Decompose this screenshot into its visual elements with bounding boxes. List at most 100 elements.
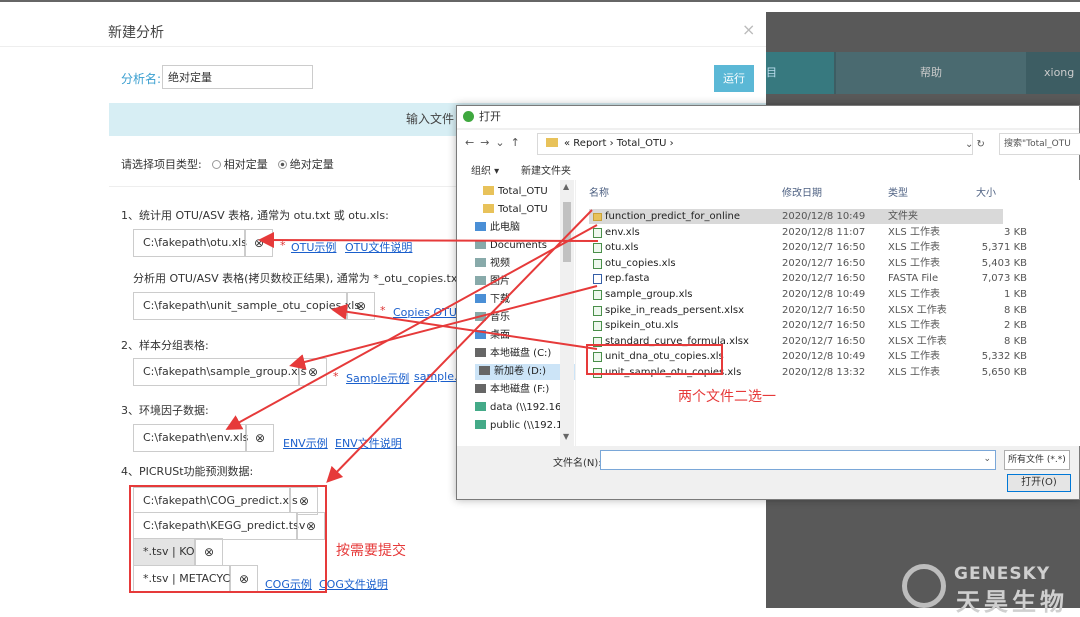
file-type: XLSX 工作表 <box>888 304 947 316</box>
folder-icon <box>475 240 486 249</box>
nav-item[interactable]: Total_OTU <box>483 202 548 218</box>
folder-icon <box>593 213 602 221</box>
modal-title: 新建分析 <box>108 25 164 41</box>
open-file-dialog: 打开 ←→⌄↑ « Report › Total_OTU › ⌄ ↻ 搜索"To… <box>456 105 1080 500</box>
file-size: 8 KB <box>1004 304 1027 316</box>
nav-item-label: 新加卷 (D:) <box>494 366 547 377</box>
organize-button[interactable]: 组织 ▾ <box>471 162 499 177</box>
nav-item-label: 音乐 <box>490 312 510 323</box>
nav-item[interactable]: 此电脑 <box>475 220 520 236</box>
nav-item[interactable]: Total_OTU <box>483 184 548 200</box>
folder-icon <box>475 384 486 393</box>
file-size: 7,073 KB <box>981 273 1027 285</box>
otu-doc-link[interactable]: OTU文件说明 <box>345 239 412 255</box>
annotation-note: 按需要提交 <box>336 543 406 559</box>
file-icon <box>593 227 602 238</box>
file-type: XLS 工作表 <box>888 226 940 238</box>
env-doc-link[interactable]: ENV文件说明 <box>335 435 402 451</box>
company-logo: GENESKY 天昊生物 <box>898 560 1068 616</box>
file-row[interactable]: otu.xls 2020/12/7 16:50 XLS 工作表 5,371 KB <box>589 240 1027 255</box>
nav-item[interactable]: 视频 <box>475 256 510 272</box>
env-example-link[interactable]: ENV示例 <box>283 435 328 451</box>
close-icon[interactable]: × <box>742 20 755 39</box>
col-name[interactable]: 名称 <box>589 184 609 199</box>
nav-item-label: 图片 <box>490 276 510 287</box>
background-nav: 目 帮助 xiong <box>766 52 1080 94</box>
file-row[interactable]: sample_group.xls 2020/12/8 10:49 XLS 工作表 1 … <box>589 287 1027 302</box>
clear-icon[interactable]: ⊗ <box>347 292 375 320</box>
folder-icon <box>546 138 558 147</box>
cog-doc-link[interactable]: COG文件说明 <box>319 576 388 592</box>
scroll-thumb[interactable] <box>563 202 571 262</box>
file-date: 2020/12/7 16:50 <box>782 304 866 316</box>
sample-example-link[interactable]: Sample示例 <box>346 370 409 386</box>
address-bar: ←→⌄↑ « Report › Total_OTU › ⌄ ↻ 搜索"Total… <box>457 130 1080 158</box>
clear-icon[interactable]: ⊗ <box>245 229 273 257</box>
file-name: sample_group.xls <box>605 289 693 300</box>
new-folder-button[interactable]: 新建文件夹 <box>521 162 571 177</box>
file-date: 2020/12/8 10:49 <box>782 211 866 222</box>
nav-arrows-icon[interactable]: ←→⌄↑ <box>465 136 526 149</box>
group-file-field[interactable]: C:\fakepath\sample_group.xls <box>133 358 306 386</box>
col-type[interactable]: 类型 <box>888 184 908 199</box>
nav-item[interactable]: 音乐 <box>475 310 510 326</box>
app-icon <box>463 111 474 122</box>
col-date[interactable]: 修改日期 <box>782 184 822 199</box>
scroll-up-icon[interactable]: ▲ <box>563 182 569 191</box>
file-row[interactable]: function_predict_for_online 2020/12/8 10:… <box>589 209 1003 224</box>
filename-input[interactable]: ⌄ <box>600 450 996 470</box>
nav-scrollbar[interactable]: ▲ ▼ <box>560 180 574 446</box>
dialog-titlebar: 打开 <box>457 106 1079 128</box>
analysis-name-input[interactable]: 绝对定量 <box>162 65 313 89</box>
file-size: 5,371 KB <box>981 242 1027 254</box>
nav-item[interactable]: 本地磁盘 (F:) <box>475 382 549 398</box>
nav-item[interactable]: 图片 <box>475 274 510 290</box>
file-row[interactable]: env.xls 2020/12/8 11:07 XLS 工作表 3 KB <box>589 225 1027 240</box>
nav-item[interactable]: 本地磁盘 (C:) <box>475 346 551 362</box>
search-input[interactable]: 搜索"Total_OTU <box>999 133 1080 155</box>
file-row[interactable]: otu_copies.xls 2020/12/7 16:50 XLS 工作表 5,40… <box>589 256 1027 271</box>
scroll-down-icon[interactable]: ▼ <box>563 432 569 441</box>
nav-item[interactable]: 桌面 <box>475 328 510 344</box>
background-help-tab[interactable]: 帮助 <box>836 52 1026 94</box>
nav-item[interactable]: Documents <box>475 238 547 254</box>
otu-example-link[interactable]: OTU示例 <box>291 239 336 255</box>
background-user[interactable]: xiong <box>1044 52 1074 94</box>
project-type-row: 请选择项目类型: 相对定量 绝对定量 <box>121 156 334 172</box>
folder-icon <box>475 258 486 267</box>
nav-item[interactable]: 下载 <box>475 292 510 308</box>
nav-item[interactable]: data (\\192.168 <box>475 400 568 416</box>
env-file-field[interactable]: C:\fakepath\env.xls <box>133 424 248 452</box>
annotation-box <box>586 344 723 375</box>
nav-item-label: 此电脑 <box>490 222 520 233</box>
background-nav-item[interactable]: 目 <box>766 52 834 94</box>
otu-file-field[interactable]: C:\fakepath\otu.xls <box>133 229 247 257</box>
file-row[interactable]: spikein_otu.xls 2020/12/7 16:50 XLS 工作表 2 K… <box>589 318 1027 333</box>
nav-item[interactable]: public (\\192.16 <box>475 418 569 434</box>
breadcrumb-text: « Report › Total_OTU › <box>564 138 674 149</box>
folder-icon <box>475 294 486 303</box>
file-type: 文件夹 <box>888 211 918 222</box>
copies-file-field[interactable]: C:\fakepath\unit_sample_otu_copies.xls <box>133 292 360 320</box>
radio-absolute[interactable] <box>277 160 287 169</box>
file-date: 2020/12/7 16:50 <box>782 257 866 269</box>
file-row[interactable]: spike_in_reads_persent.xlsx 2020/12/7 16:… <box>589 303 1027 318</box>
folder-icon <box>475 330 486 339</box>
refresh-icon[interactable]: ⌄ ↻ <box>965 139 985 150</box>
run-button[interactable]: 运行 <box>714 65 754 92</box>
open-button[interactable]: 打开(O) <box>1007 474 1071 492</box>
file-row[interactable]: rep.fasta 2020/12/7 16:50 FASTA File 7,073 … <box>589 271 1027 286</box>
col-size[interactable]: 大小 <box>976 184 996 199</box>
folder-icon <box>475 348 486 357</box>
file-type: XLS 工作表 <box>888 367 940 378</box>
radio-relative[interactable] <box>211 160 221 169</box>
breadcrumb[interactable]: « Report › Total_OTU › <box>537 133 973 155</box>
clear-icon[interactable]: ⊗ <box>246 424 274 452</box>
nav-item-label: 下载 <box>490 294 510 305</box>
nav-item-label: Documents <box>490 240 548 251</box>
folder-icon <box>475 222 486 231</box>
chevron-down-icon[interactable]: ⌄ <box>983 454 991 464</box>
filename-label: 文件名(N): <box>553 458 602 469</box>
clear-icon[interactable]: ⊗ <box>299 358 327 386</box>
filetype-select[interactable]: 所有文件 (*.*) <box>1004 450 1070 470</box>
